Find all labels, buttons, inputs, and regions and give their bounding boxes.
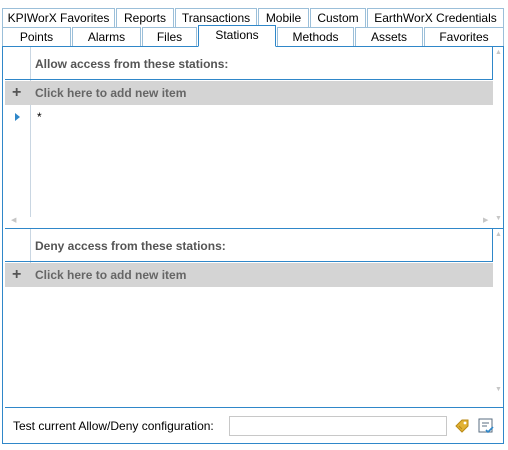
tab-kpiworx-favorites[interactable]: KPIWorX Favorites	[2, 8, 115, 27]
tab-methods[interactable]: Methods	[277, 27, 354, 46]
deny-grid-header: Deny access from these stations:	[5, 229, 503, 264]
deny-header-title: Deny access from these stations:	[35, 239, 226, 253]
footer-divider	[5, 407, 503, 408]
scroll-right-arrow-icon[interactable]: ▶	[483, 217, 488, 225]
plus-icon: +	[12, 84, 22, 101]
test-config-footer: Test current Allow/Deny configuration:	[5, 409, 503, 443]
deny-vertical-scrollbar[interactable]: ▲ ▼	[493, 231, 503, 405]
test-config-label: Test current Allow/Deny configuration:	[13, 419, 214, 433]
tab-earthworx-credentials[interactable]: EarthWorX Credentials	[367, 8, 504, 27]
allow-grid-header: Allow access from these stations:	[5, 47, 503, 82]
tab-custom[interactable]: Custom	[310, 8, 366, 27]
deny-header-indicator-cell	[5, 229, 31, 264]
tab-alarms[interactable]: Alarms	[72, 27, 141, 46]
station-cell[interactable]: *	[37, 106, 42, 128]
tag-icon[interactable]	[453, 417, 471, 435]
row-indicator	[5, 106, 31, 128]
scroll-down-arrow-icon[interactable]: ▼	[495, 215, 502, 223]
tab-stations[interactable]: Stations	[198, 25, 276, 47]
tab-favorites[interactable]: Favorites	[424, 27, 504, 46]
allow-add-new-item-label: Click here to add new item	[35, 86, 187, 100]
tab-reports[interactable]: Reports	[116, 8, 174, 27]
tab-files[interactable]: Files	[142, 27, 197, 46]
allow-grid: Allow access from these stations: + Clic…	[5, 47, 503, 229]
scroll-up-arrow-icon[interactable]: ▲	[495, 231, 502, 239]
deny-grid: Deny access from these stations: + Click…	[5, 229, 503, 407]
scroll-down-arrow-icon[interactable]: ▼	[495, 386, 502, 394]
plus-icon: +	[12, 266, 22, 283]
scroll-up-arrow-icon[interactable]: ▲	[495, 49, 502, 57]
allow-header-title: Allow access from these stations:	[35, 57, 229, 71]
allow-header-indicator-cell	[5, 47, 31, 82]
tab-points[interactable]: Points	[2, 27, 71, 46]
allow-vertical-scrollbar[interactable]: ▲ ▼	[493, 49, 503, 227]
table-row[interactable]: *	[5, 106, 493, 128]
allow-add-new-item-row[interactable]: + Click here to add new item	[5, 81, 493, 105]
checklist-icon[interactable]	[477, 417, 495, 435]
tab-assets[interactable]: Assets	[355, 27, 423, 46]
stations-panel: Allow access from these stations: + Clic…	[2, 46, 504, 444]
allow-header-divider	[5, 79, 493, 80]
current-row-arrow-icon	[15, 113, 20, 121]
deny-add-new-item-row[interactable]: + Click here to add new item	[5, 263, 493, 287]
deny-add-new-item-label: Click here to add new item	[35, 268, 187, 282]
deny-header-divider	[5, 261, 493, 262]
scroll-left-arrow-icon[interactable]: ◀	[11, 217, 16, 225]
test-station-input[interactable]	[229, 416, 447, 436]
